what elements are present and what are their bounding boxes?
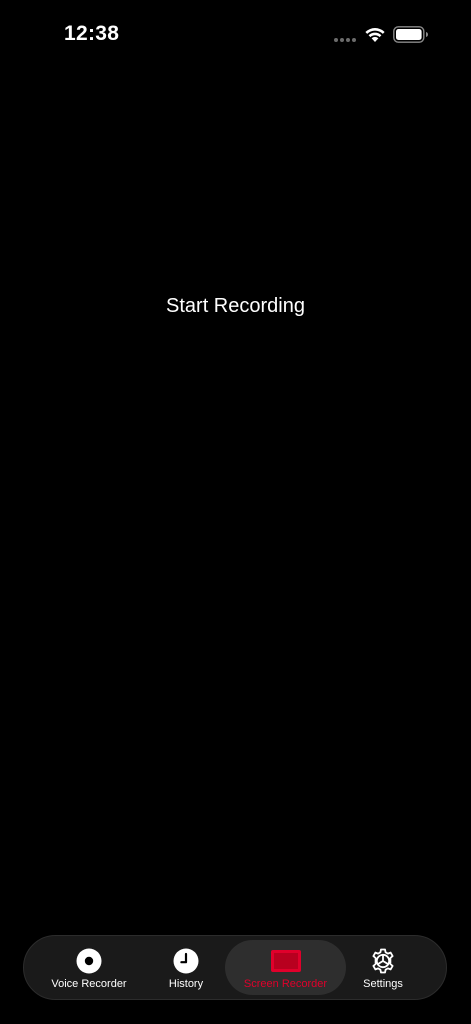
- status-time: 12:38: [64, 22, 120, 45]
- start-recording-button[interactable]: Start Recording: [0, 295, 471, 318]
- tab-voice-recorder[interactable]: Voice Recorder: [42, 936, 136, 999]
- gear-icon: [372, 948, 394, 974]
- tab-settings[interactable]: Settings: [352, 936, 414, 999]
- screen-icon: [270, 950, 301, 972]
- tab-bar: Voice Recorder History Screen Recorder S…: [23, 935, 447, 1000]
- battery-icon: [393, 26, 428, 43]
- tab-label-history: History: [168, 978, 204, 990]
- wifi-icon: [365, 28, 385, 42]
- record-icon: [76, 948, 102, 974]
- tab-history[interactable]: History: [156, 936, 216, 999]
- cellular-signal-icon: [334, 38, 356, 42]
- clock-icon: [173, 948, 199, 974]
- tab-label-settings: Settings: [363, 978, 403, 990]
- status-bar: 12:38: [0, 0, 471, 70]
- tab-label-voice-recorder: Voice Recorder: [51, 978, 127, 990]
- tab-label-screen-recorder: Screen Recorder: [243, 978, 328, 990]
- tab-screen-recorder[interactable]: Screen Recorder: [225, 936, 346, 999]
